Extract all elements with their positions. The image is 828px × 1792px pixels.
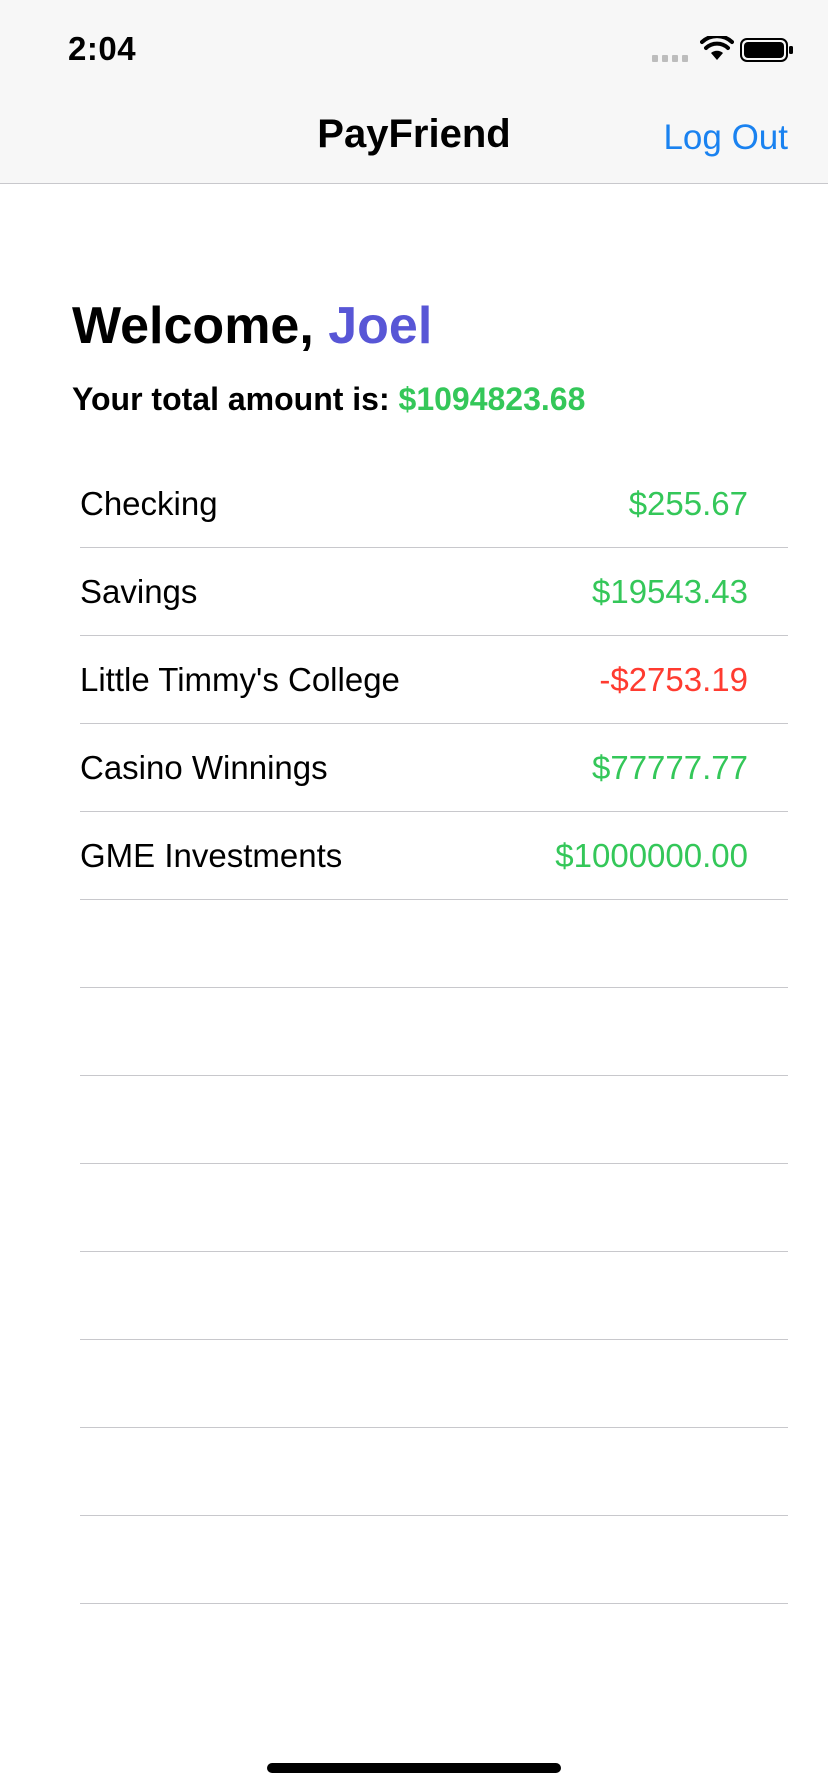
account-name: GME Investments: [80, 837, 343, 874]
account-row-checking[interactable]: Checking $255.67: [80, 460, 788, 548]
account-row-savings[interactable]: Savings $19543.43: [80, 548, 788, 636]
welcome-greeting: Welcome,: [72, 297, 329, 355]
welcome-heading: Welcome, Joel: [72, 296, 432, 356]
battery-icon: [740, 38, 793, 62]
logout-button[interactable]: Log Out: [663, 118, 788, 158]
empty-row: [80, 1340, 788, 1428]
total-label: Your total amount is:: [72, 381, 399, 417]
account-balance: $255.67: [628, 485, 748, 522]
total-amount: $1094823.68: [398, 381, 586, 417]
status-icons: [634, 34, 794, 64]
account-row-college[interactable]: Little Timmy's College -$2753.19: [80, 636, 788, 724]
empty-row: [80, 1516, 788, 1604]
empty-row: [80, 1076, 788, 1164]
account-balance: $19543.43: [592, 573, 748, 610]
account-name: Savings: [80, 573, 198, 610]
account-name: Little Timmy's College: [80, 661, 400, 698]
empty-row: [80, 1428, 788, 1516]
accounts-table: Checking $255.67 Savings $19543.43 Littl…: [80, 460, 788, 1604]
account-row-gme[interactable]: GME Investments $1000000.00: [80, 812, 788, 900]
signal-icon: [652, 55, 688, 62]
empty-row: [80, 1252, 788, 1340]
account-name: Checking: [80, 485, 218, 522]
account-balance: $77777.77: [592, 749, 748, 786]
status-bar: 2:04: [0, 0, 828, 88]
empty-row: [80, 1164, 788, 1252]
empty-row: [80, 900, 788, 988]
empty-row: [80, 988, 788, 1076]
wifi-icon: [700, 36, 734, 60]
account-balance: $1000000.00: [555, 837, 748, 874]
home-indicator[interactable]: [267, 1763, 561, 1773]
user-name: Joel: [328, 297, 433, 355]
account-row-casino[interactable]: Casino Winnings $77777.77: [80, 724, 788, 812]
total-amount-line: Your total amount is: $1094823.68: [72, 381, 585, 418]
navigation-bar: PayFriend Log Out: [0, 88, 828, 184]
account-name: Casino Winnings: [80, 749, 328, 786]
status-time: 2:04: [68, 30, 137, 67]
account-balance: -$2753.19: [599, 661, 748, 698]
